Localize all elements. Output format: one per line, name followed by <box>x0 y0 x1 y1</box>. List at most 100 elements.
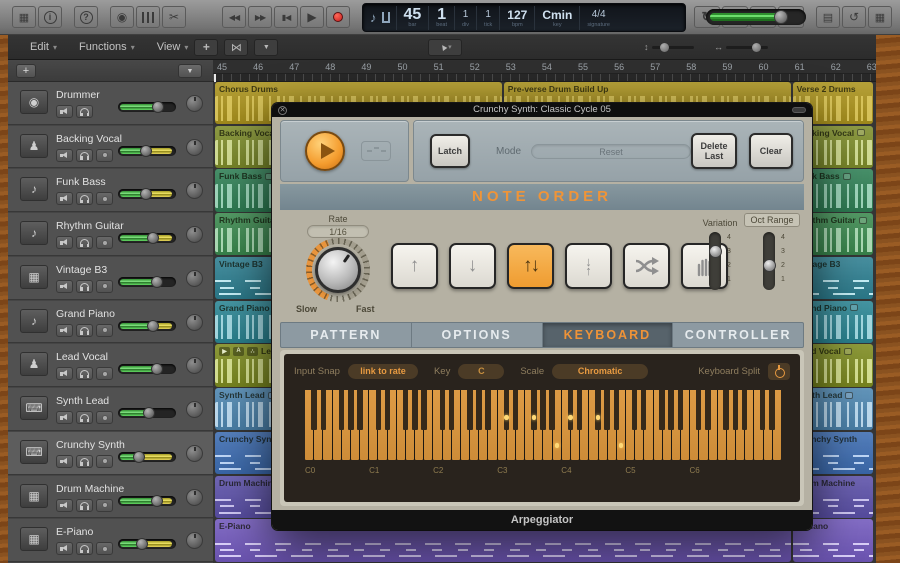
pan-knob[interactable] <box>186 532 203 550</box>
horizontal-zoom-slider[interactable]: ↔ <box>714 42 768 52</box>
black-key[interactable] <box>659 390 665 430</box>
volume-slider[interactable] <box>118 538 176 551</box>
record-button[interactable] <box>96 454 113 468</box>
pan-knob[interactable] <box>186 138 203 156</box>
note-order-up-down-button[interactable]: ↑↓ <box>507 243 554 289</box>
vertical-zoom-slider[interactable]: ↕ <box>644 42 694 52</box>
record-button[interactable] <box>96 498 113 512</box>
bar-ruler[interactable]: 45 46 47 48 49 50 51 52 53 54 55 56 57 58 59 60 61 62 63 <box>213 60 876 74</box>
black-key[interactable] <box>476 390 482 430</box>
black-key[interactable] <box>384 390 391 430</box>
note-order-converge-button[interactable]: ↓ ↑ <box>565 243 612 289</box>
solo-button[interactable] <box>76 542 93 556</box>
volume-slider[interactable] <box>118 319 176 332</box>
ruler-tick-strip[interactable] <box>213 74 876 82</box>
black-key[interactable] <box>668 390 674 430</box>
black-key[interactable] <box>311 390 317 430</box>
note-order-random-button[interactable] <box>623 243 670 289</box>
volume-slider[interactable] <box>118 450 176 463</box>
volume-knob[interactable] <box>147 319 160 332</box>
mute-button[interactable] <box>56 498 73 512</box>
volume-slider[interactable] <box>118 232 176 245</box>
solo-button[interactable] <box>76 236 93 250</box>
tab-pattern[interactable]: PATTERN <box>281 323 412 347</box>
variation-slider[interactable] <box>709 232 721 290</box>
forward-button[interactable] <box>248 6 272 28</box>
record-button[interactable] <box>96 411 113 425</box>
black-key[interactable] <box>412 390 418 430</box>
record-button[interactable] <box>96 323 113 337</box>
volume-slider[interactable] <box>118 275 176 288</box>
lcd-bar[interactable]: 45 bar <box>395 5 429 30</box>
black-key[interactable] <box>320 390 327 430</box>
black-key[interactable] <box>503 390 510 430</box>
tab-controller[interactable]: CONTROLLER <box>673 323 803 347</box>
scale-value[interactable]: Chromatic <box>552 363 649 379</box>
marquee-tool-button[interactable] <box>194 38 219 56</box>
volume-knob[interactable] <box>151 101 164 113</box>
mute-button[interactable] <box>56 323 73 337</box>
track-header-vintage-b3[interactable]: ▦ Vintage B3 <box>8 256 213 300</box>
black-key[interactable] <box>348 390 354 430</box>
track-header-options-button[interactable]: ▼ <box>178 64 202 78</box>
region-play-chip[interactable]: ▶ <box>219 346 230 356</box>
pan-knob[interactable] <box>186 226 203 244</box>
volume-slider[interactable] <box>118 363 176 376</box>
lcd-tick[interactable]: 1 tick <box>476 5 499 30</box>
track-header-rhythm-guitar[interactable]: ♪ Rhythm Guitar <box>8 213 213 256</box>
black-key[interactable] <box>631 390 638 430</box>
volume-knob[interactable] <box>150 275 163 288</box>
record-button[interactable] <box>96 367 113 381</box>
black-key[interactable] <box>677 390 684 430</box>
crossfade-tool-button[interactable] <box>224 38 249 56</box>
inspector-button[interactable]: i <box>38 6 62 28</box>
tab-keyboard[interactable]: KEYBOARD <box>542 323 674 347</box>
black-key[interactable] <box>741 390 748 430</box>
master-volume-knob[interactable] <box>774 10 788 24</box>
track-header-crunchy-synth[interactable]: ⌨ Crunchy Synth <box>8 431 213 475</box>
plugin-link-toggle[interactable] <box>792 107 806 113</box>
volume-slider[interactable] <box>118 144 176 157</box>
record-button[interactable] <box>96 236 113 250</box>
take-letter-chip[interactable]: A <box>233 346 244 356</box>
track-header-lead-vocal[interactable]: ♟ Lead Vocal <box>8 344 213 388</box>
menu-view[interactable]: View ▾ <box>157 41 189 53</box>
pan-knob[interactable] <box>186 269 203 287</box>
mute-button[interactable] <box>56 542 73 556</box>
volume-knob[interactable] <box>150 363 163 376</box>
pan-knob[interactable] <box>186 313 203 331</box>
pan-knob[interactable] <box>186 401 203 419</box>
black-key[interactable] <box>640 390 647 430</box>
black-key[interactable] <box>357 390 363 430</box>
oct-range-slider-knob[interactable] <box>762 259 776 272</box>
black-key[interactable] <box>531 390 537 430</box>
record-button[interactable] <box>96 279 113 293</box>
add-track-button[interactable]: + <box>16 64 36 78</box>
black-key[interactable] <box>695 390 702 430</box>
pan-knob[interactable] <box>186 444 203 462</box>
filter-tool-button[interactable] <box>254 38 279 56</box>
arpeggiator-play-button[interactable] <box>305 131 345 171</box>
volume-knob[interactable] <box>132 450 145 463</box>
track-header-drummer[interactable]: ◉ Drummer <box>8 82 213 125</box>
black-key[interactable] <box>595 390 601 430</box>
key-value[interactable]: C <box>458 363 505 379</box>
mute-button[interactable] <box>56 148 73 162</box>
plugin-title-bar[interactable]: Crunchy Synth: Classic Cycle 05 <box>272 103 812 117</box>
black-key[interactable] <box>604 390 610 430</box>
black-key[interactable] <box>467 390 473 430</box>
tostart-button[interactable] <box>274 6 298 28</box>
black-key[interactable] <box>732 390 739 430</box>
input-snap-value[interactable]: link to rate <box>347 363 418 379</box>
mute-button[interactable] <box>56 367 73 381</box>
lcd-div[interactable]: 1 div <box>454 5 476 30</box>
volume-knob[interactable] <box>140 144 152 157</box>
note-pads-button[interactable] <box>816 6 840 28</box>
black-key[interactable] <box>769 390 775 430</box>
black-key[interactable] <box>759 390 766 430</box>
volume-knob[interactable] <box>147 232 160 245</box>
solo-button[interactable] <box>76 498 93 512</box>
loop-browser-button[interactable] <box>842 6 866 28</box>
delete-last-button[interactable]: Delete Last <box>691 133 737 169</box>
quick-help-button[interactable]: ? <box>74 6 98 28</box>
